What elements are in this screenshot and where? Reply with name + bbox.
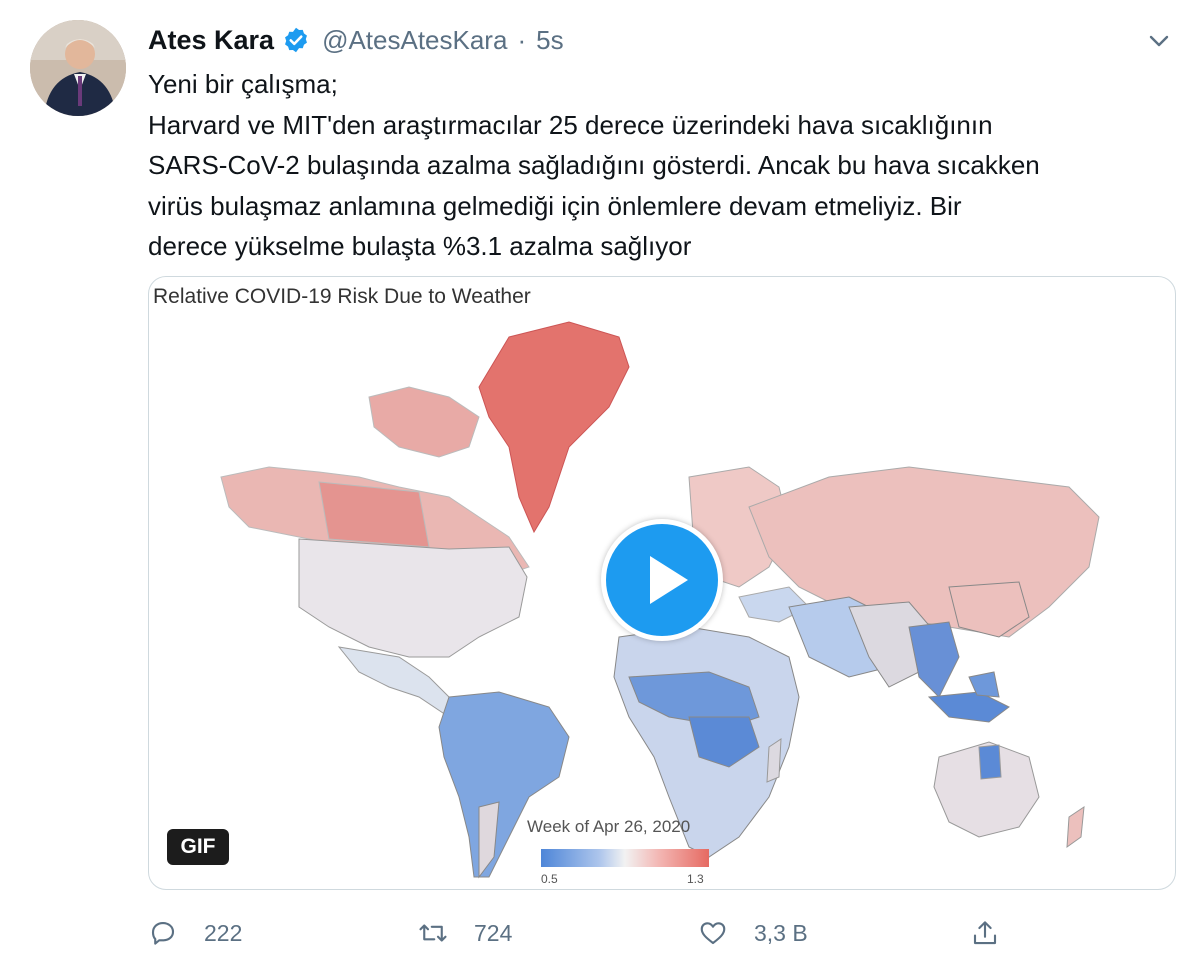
legend-max-label: 1.3 xyxy=(687,872,704,886)
chart-title: Relative COVID-19 Risk Due to Weather xyxy=(153,285,531,308)
chevron-down-icon[interactable] xyxy=(1144,26,1174,56)
tweet[interactable]: Ates Kara @AtesAtesKara · 5s Yeni bir ça… xyxy=(0,0,1200,971)
retweet-count: 724 xyxy=(474,919,513,946)
legend-title: Week of Apr 26, 2020 xyxy=(527,817,691,836)
share-button[interactable] xyxy=(970,910,1000,956)
like-button[interactable]: 3,3 B xyxy=(698,910,808,956)
reply-icon xyxy=(151,921,175,945)
tweet-text-line: Yeni bir çalışma; xyxy=(148,69,338,99)
author-handle[interactable]: @AtesAtesKara xyxy=(322,25,507,56)
tweet-text: Yeni bir çalışma; Harvard ve MIT'den ara… xyxy=(148,64,1168,267)
tweet-text-line: virüs bulaşmaz anlamına gelmediği için ö… xyxy=(148,190,962,221)
legend-color-bar xyxy=(541,849,709,867)
play-icon xyxy=(650,556,688,604)
author-name[interactable]: Ates Kara xyxy=(148,25,274,56)
like-count: 3,3 B xyxy=(754,919,808,946)
like-icon xyxy=(700,922,726,945)
tweet-text-line: derece yükselme bulaşta %3.1 azalma sağl… xyxy=(148,231,692,261)
verified-icon xyxy=(282,26,310,54)
tweet-header: Ates Kara @AtesAtesKara · 5s xyxy=(148,22,564,58)
retweet-icon xyxy=(419,924,447,942)
tweet-actions: 222 724 3,3 B xyxy=(148,910,1048,956)
retweet-button[interactable]: 724 xyxy=(418,910,512,956)
reply-count: 222 xyxy=(204,919,243,946)
legend-min-label: 0.5 xyxy=(541,872,558,886)
tweet-text-line: SARS-CoV-2 bulaşında azalma sağladığını … xyxy=(148,150,1040,180)
tweet-text-line: Harvard ve MIT'den araştırmacılar 25 der… xyxy=(148,109,993,140)
timestamp[interactable]: 5s xyxy=(536,25,563,56)
separator-dot: · xyxy=(517,24,527,55)
avatar[interactable] xyxy=(30,20,126,116)
play-button[interactable] xyxy=(601,519,723,641)
media-gif[interactable]: Relative COVID-19 Risk Due to Weather GI… xyxy=(148,276,1176,890)
gif-badge: GIF xyxy=(167,829,229,865)
share-icon xyxy=(973,921,997,945)
reply-button[interactable]: 222 xyxy=(148,910,242,956)
